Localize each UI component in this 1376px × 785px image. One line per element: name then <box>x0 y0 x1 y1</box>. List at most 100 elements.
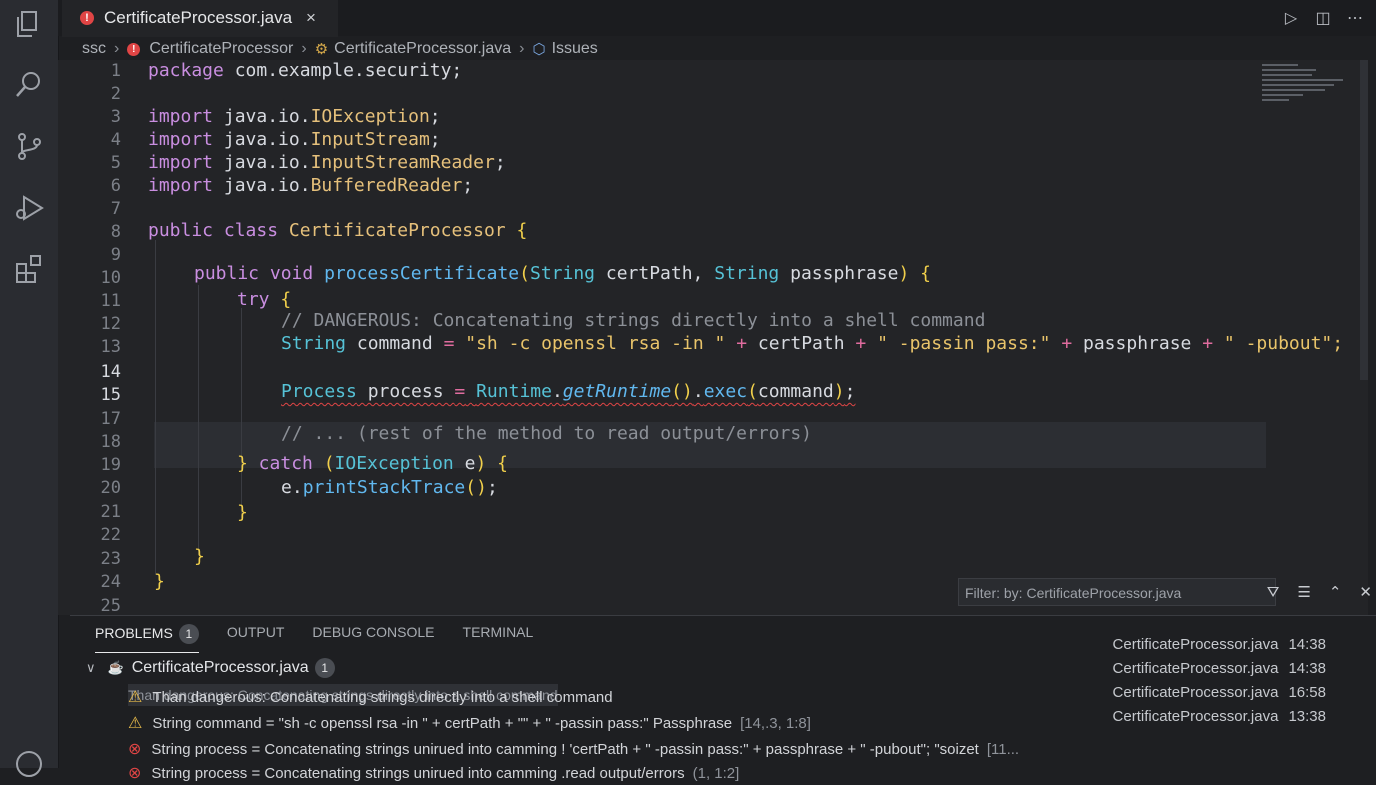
minimap[interactable] <box>1262 64 1352 110</box>
problem-source: CertificateProcessor.java 14:38 <box>1113 660 1326 677</box>
line-number: 1 <box>110 61 121 81</box>
line-number: 22 <box>100 525 121 545</box>
editor-actions: ▷ ◫ ⋯ <box>1282 8 1364 28</box>
paren: () <box>671 381 693 402</box>
code-comment: // ... (rest of the method to read outpu… <box>281 423 813 444</box>
paren: () <box>465 477 487 498</box>
code-line: import java.io.IOException; <box>148 106 441 127</box>
paren: ( <box>747 381 758 402</box>
string-literal: " -pubout"; <box>1213 333 1344 354</box>
tab-debug-console[interactable]: DEBUG CONSOLE <box>312 624 434 653</box>
problem-source: CertificateProcessor.java 16:58 <box>1113 684 1326 701</box>
source-control-icon[interactable] <box>13 130 45 162</box>
code-text: ; <box>429 129 441 150</box>
problem-message: Than dangerous: Concatenating strings di… <box>152 688 613 706</box>
line-number: 11 <box>100 291 121 311</box>
error-icon: ! <box>127 42 141 56</box>
breadcrumb-root[interactable]: ssc <box>82 40 106 58</box>
account-icon[interactable] <box>13 748 45 780</box>
operator: + <box>1202 333 1214 354</box>
line-number: 25 <box>100 596 121 615</box>
brace: { <box>505 220 528 241</box>
code-text: com.example.security; <box>223 60 463 81</box>
warning-icon: ⚠ <box>128 715 143 732</box>
brace: } <box>237 453 248 474</box>
problems-file-name: CertificateProcessor.java <box>131 659 309 676</box>
keyword: catch <box>247 453 324 474</box>
filter-icon[interactable]: ⛛ <box>1267 584 1280 601</box>
close-icon[interactable]: × <box>306 8 316 28</box>
tab-output[interactable]: OUTPUT <box>227 624 285 653</box>
code-line: import java.io.InputStreamReader; <box>148 152 506 173</box>
code-text: command <box>757 381 834 402</box>
keyword: try <box>237 289 270 310</box>
more-actions-icon[interactable]: ⋯ <box>1346 8 1364 28</box>
method-name: getRuntime <box>562 381 672 402</box>
breadcrumb-symbol[interactable]: Issues <box>552 40 598 58</box>
problem-row[interactable]: ⊗ String process = Concatenating strings … <box>128 738 1019 760</box>
problem-position: [14,.3, 1:8] <box>740 714 811 732</box>
problem-file: CertificateProcessor.java <box>1112 636 1279 653</box>
tab-certificate-processor[interactable]: ! CertificateProcessor.java × <box>62 0 338 37</box>
maximize-panel-icon[interactable]: ⌃ <box>1329 583 1342 601</box>
line-number: 24 <box>100 572 121 592</box>
run-icon[interactable]: ▷ <box>1282 8 1300 28</box>
breadcrumb-folder[interactable]: CertificateProcessor <box>149 40 293 58</box>
type-name: String <box>529 263 596 284</box>
line-number: 7 <box>110 199 121 219</box>
tab-title: CertificateProcessor.java <box>104 8 293 27</box>
line-number-current: 14 <box>100 362 121 382</box>
brace: } <box>194 546 205 567</box>
line-number: 13 <box>100 337 121 357</box>
paren: ( <box>323 453 335 474</box>
problem-time: 14:38 <box>1288 636 1326 653</box>
type-name: InputStream <box>310 129 430 150</box>
problems-filter-input[interactable]: Filter: by: CertificateProcessor.java <box>958 578 1276 606</box>
indent-guide <box>155 240 156 575</box>
string-literal: "sh -c openssl rsa -in " <box>454 333 737 354</box>
chevron-right-icon: › <box>519 40 525 57</box>
code-text: java.io. <box>213 152 311 173</box>
keyword: public void <box>194 263 314 284</box>
chevron-right-icon: › <box>301 40 307 57</box>
tab-bar: ! CertificateProcessor.java × ▷ ◫ ⋯ <box>58 0 1376 37</box>
paren: ) <box>475 453 487 474</box>
problem-row[interactable]: ⚠ Than dangerous: Concatenating strings d… <box>128 686 613 708</box>
split-editor-icon[interactable]: ◫ <box>1314 8 1332 28</box>
line-number-current: 15 <box>100 385 121 405</box>
problem-row[interactable]: ⚠ String command = "sh -c openssl rsa -in… <box>128 712 811 734</box>
problems-file-group[interactable]: ∨ ☕ CertificateProcessor.java 1 <box>86 658 335 678</box>
operator: + <box>855 333 867 354</box>
line-number: 20 <box>100 478 121 498</box>
run-debug-icon[interactable] <box>13 192 45 224</box>
tab-terminal[interactable]: TERMINAL <box>463 624 534 653</box>
problem-time: 13:38 <box>1288 708 1326 725</box>
type-name: String <box>714 263 780 284</box>
files-icon[interactable] <box>13 8 45 40</box>
error-circle-icon: ⊗ <box>128 765 142 782</box>
problem-row[interactable]: ⊗ String process = Concatenating strings … <box>128 762 739 784</box>
line-number: 3 <box>110 107 121 127</box>
code-text: command <box>346 333 444 354</box>
code-text: ; <box>486 477 498 498</box>
code-editor[interactable]: 1 2 3 4 5 6 7 8 9 10 11 12 13 14 15 17 1… <box>58 60 1368 615</box>
search-icon[interactable] <box>13 68 45 100</box>
problems-count-badge: 1 <box>178 624 199 644</box>
code-text: ; <box>462 175 474 196</box>
extensions-icon[interactable] <box>13 252 45 284</box>
collapse-all-icon[interactable]: ☰ <box>1297 583 1310 601</box>
panel-actions: ⛛ ☰ ⌃ ✕ <box>1267 578 1372 606</box>
problem-source: CertificateProcessor.java 14:38 <box>1113 636 1326 653</box>
close-panel-icon[interactable]: ✕ <box>1359 583 1372 601</box>
breadcrumb-file[interactable]: CertificateProcessor.java <box>334 40 511 58</box>
vertical-scrollbar[interactable] <box>1360 60 1368 380</box>
code-text: . <box>551 381 563 402</box>
tab-problems[interactable]: PROBLEMS 1 <box>95 624 199 653</box>
problem-position: [11... <box>986 740 1020 758</box>
error-icon: ! <box>80 11 94 25</box>
breadcrumb: ssc › ! CertificateProcessor › ⚙ Certifi… <box>82 38 598 60</box>
code-line: try { <box>237 289 291 310</box>
code-text: java.io. <box>213 175 311 196</box>
